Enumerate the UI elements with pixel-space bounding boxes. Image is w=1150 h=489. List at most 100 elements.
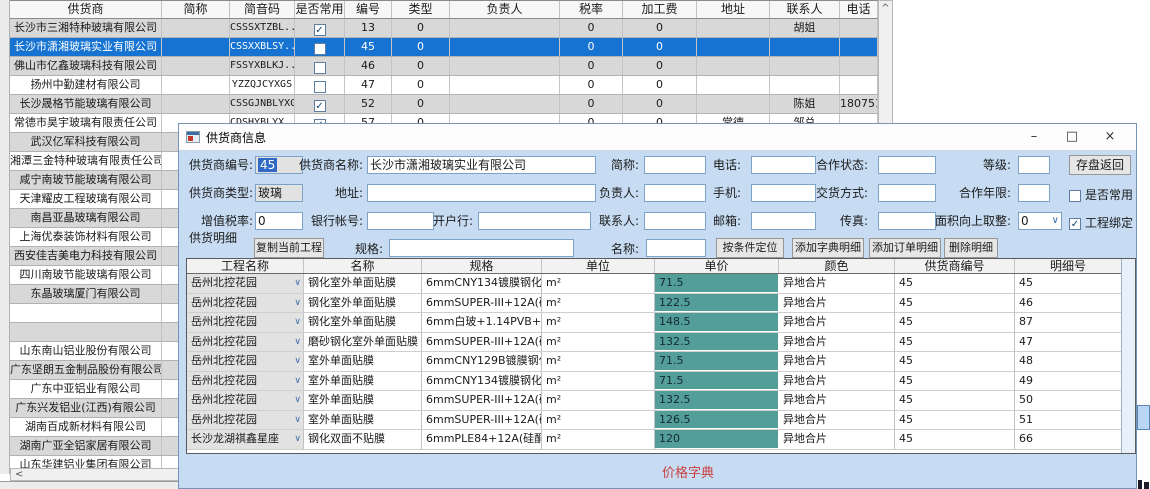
cell-manager	[450, 19, 560, 37]
dialog-titlebar[interactable]: 供货商信息 – □ ×	[179, 124, 1136, 151]
scroll-up-icon[interactable]: ^	[881, 3, 889, 14]
cell-name: 室外单面贴膜	[304, 372, 422, 391]
column-header-code[interactable]: 简音码	[230, 1, 295, 18]
common-checkbox[interactable]	[314, 81, 326, 93]
delete-detail-button[interactable]: 删除明细	[944, 238, 998, 258]
scroll-left-icon[interactable]: <	[15, 469, 23, 480]
detail-table-vscrollbar[interactable]	[1121, 259, 1135, 453]
cell-project[interactable]: 岳州北控花园∨	[187, 391, 304, 410]
chevron-down-icon[interactable]: ∨	[294, 372, 301, 390]
minimize-button[interactable]: –	[1015, 124, 1053, 150]
supplier-row[interactable]: 长沙晟格节能玻璃有限公司CSSGJNBLYXGS52000陈姐180751	[10, 95, 878, 114]
column-header-spec[interactable]: 规格	[422, 259, 542, 273]
cell-name: 钢化室外单面贴膜	[304, 274, 422, 293]
supplier-row[interactable]: 长沙市三湘特种玻璃有限公司CSSSXTZBL..13000胡姐	[10, 19, 878, 38]
cell-supplier: 常德市昊宇玻璃有限责任公司	[10, 114, 162, 132]
cell-project[interactable]: 岳州北控花园∨	[187, 372, 304, 391]
column-header-unit[interactable]: 单位	[542, 259, 655, 273]
cell-supplier-id: 45	[895, 294, 1015, 313]
cell-price: 132.5	[655, 391, 779, 410]
chevron-down-icon[interactable]: ∨	[294, 430, 301, 448]
column-header-tax[interactable]: 税率	[560, 1, 623, 18]
chevron-down-icon[interactable]: ∨	[294, 352, 301, 370]
column-header-type[interactable]: 类型	[392, 1, 450, 18]
cell-project[interactable]: 岳州北控花园∨	[187, 313, 304, 332]
column-header-supplier[interactable]: 供货商	[10, 1, 162, 18]
detail-row[interactable]: 岳州北控花园∨磨砂钢化室外单面贴膜6mmSUPER-III+12A(硅...m²…	[187, 333, 1135, 353]
cell-project[interactable]: 岳州北控花园∨	[187, 294, 304, 313]
maximize-button[interactable]: □	[1053, 124, 1091, 150]
cell-supplier: 湘潭三金特种玻璃有限责任公司	[10, 152, 162, 170]
detail-row[interactable]: 岳州北控花园∨室外单面贴膜6mmCNY134镀膜钢化m²71.5异地合片4549	[187, 372, 1135, 392]
cell-type: 0	[392, 38, 450, 56]
column-header-color[interactable]: 颜色	[779, 259, 895, 273]
cell-detail-id: 66	[1015, 430, 1122, 449]
cell-color: 异地合片	[779, 372, 895, 391]
column-header-fee[interactable]: 加工费	[623, 1, 697, 18]
column-header-name[interactable]: 名称	[304, 259, 422, 273]
chevron-down-icon[interactable]: ∨	[294, 274, 301, 292]
column-header-supplier-id[interactable]: 供货商编号	[895, 259, 1015, 273]
chevron-down-icon[interactable]: ∨	[294, 333, 301, 351]
grade-input[interactable]	[1018, 156, 1050, 174]
cell-project[interactable]: 岳州北控花园∨	[187, 333, 304, 352]
cell-project[interactable]: 岳州北控花园∨	[187, 274, 304, 293]
cell-common	[295, 19, 345, 37]
cell-project[interactable]: 岳州北控花园∨	[187, 352, 304, 371]
cell-project[interactable]: 岳州北控花园∨	[187, 411, 304, 430]
email-label: 邮箱:	[651, 212, 741, 230]
cell-type: 0	[392, 57, 450, 75]
detail-row[interactable]: 岳州北控花园∨室外单面贴膜6mmCNY129B镀膜钢化m²71.5异地合片454…	[187, 352, 1135, 372]
add-order-detail-button[interactable]: 添加订单明细	[869, 238, 941, 258]
chevron-down-icon[interactable]: ∨	[294, 294, 301, 312]
add-dict-detail-button[interactable]: 添加字典明细	[792, 238, 864, 258]
manager-label: 负责人:	[549, 184, 639, 202]
column-header-manager[interactable]: 负责人	[450, 1, 560, 18]
column-header-addr[interactable]: 地址	[697, 1, 770, 18]
common-checkbox[interactable]	[314, 24, 326, 36]
column-header-phone[interactable]: 电话	[840, 1, 878, 18]
detail-row[interactable]: 岳州北控花园∨钢化室外单面贴膜6mmSUPER-III+12A(硅...m²12…	[187, 294, 1135, 314]
spec-filter-input[interactable]	[389, 239, 574, 257]
supplier-row[interactable]: 长沙市潇湘玻璃实业有限公司CSSXXBLSY..45000	[10, 38, 878, 57]
name-filter-input[interactable]	[646, 239, 706, 257]
column-header-id[interactable]: 编号	[345, 1, 392, 18]
column-header-detail-id[interactable]: 明细号	[1015, 259, 1122, 273]
detail-row[interactable]: 长沙龙湖祺鑫星座∨钢化双面不贴膜6mmPLE84+12A(硅酮胶...m²120…	[187, 430, 1135, 450]
cell-supplier-id: 45	[895, 411, 1015, 430]
cell-contact	[770, 76, 840, 94]
column-header-price[interactable]: 单价	[655, 259, 779, 273]
copy-current-project-button[interactable]: 复制当前工程	[254, 238, 324, 258]
chevron-down-icon[interactable]: ∨	[294, 391, 301, 409]
common-checkbox[interactable]	[314, 43, 326, 55]
project-bind-checkbox[interactable]	[1069, 218, 1081, 230]
detail-row[interactable]: 岳州北控花园∨钢化室外单面贴膜6mmCNY134镀膜钢化m²71.5异地合片45…	[187, 274, 1135, 294]
common-use-checkbox[interactable]	[1069, 190, 1081, 202]
column-header-common[interactable]: 是否常用	[295, 1, 345, 18]
chevron-down-icon[interactable]: ∨	[294, 411, 301, 429]
cell-spec: 6mmSUPER-III+12A(硅...	[422, 294, 542, 313]
chevron-down-icon[interactable]: ∨	[294, 313, 301, 331]
detail-row[interactable]: 岳州北控花园∨室外单面贴膜6mmSUPER-III+12A(硅...m²126.…	[187, 411, 1135, 431]
cell-common	[295, 76, 345, 94]
detail-row[interactable]: 岳州北控花园∨室外单面贴膜6mmSUPER-III+12A(硅...m²132.…	[187, 391, 1135, 411]
cell-abbr	[162, 95, 230, 113]
column-header-project[interactable]: 工程名称	[187, 259, 304, 273]
column-header-contact[interactable]: 联系人	[770, 1, 840, 18]
column-header-abbr[interactable]: 简称	[162, 1, 230, 18]
supplier-row[interactable]: 扬州中勤建材有限公司YZZQJCYXGS47000	[10, 76, 878, 95]
coop-years-input[interactable]	[1018, 184, 1050, 202]
cell-spec: 6mm白玻+1.14PVB+6mm...	[422, 313, 542, 332]
locate-by-condition-button[interactable]: 按条件定位	[716, 238, 784, 258]
save-return-button[interactable]: 存盘返回	[1069, 155, 1131, 175]
cell-type: 0	[392, 95, 450, 113]
cell-unit: m²	[542, 411, 655, 430]
supplier-row[interactable]: 佛山市亿鑫玻璃科技有限公司FSSYXBLKJ..46000	[10, 57, 878, 76]
cell-price: 148.5	[655, 313, 779, 332]
close-button[interactable]: ×	[1091, 124, 1129, 150]
cell-project[interactable]: 长沙龙湖祺鑫星座∨	[187, 430, 304, 449]
common-checkbox[interactable]	[314, 100, 326, 112]
area-roundup-select[interactable]: 0∨	[1018, 212, 1062, 230]
common-checkbox[interactable]	[314, 62, 326, 74]
detail-row[interactable]: 岳州北控花园∨钢化室外单面贴膜6mm白玻+1.14PVB+6mm...m²148…	[187, 313, 1135, 333]
